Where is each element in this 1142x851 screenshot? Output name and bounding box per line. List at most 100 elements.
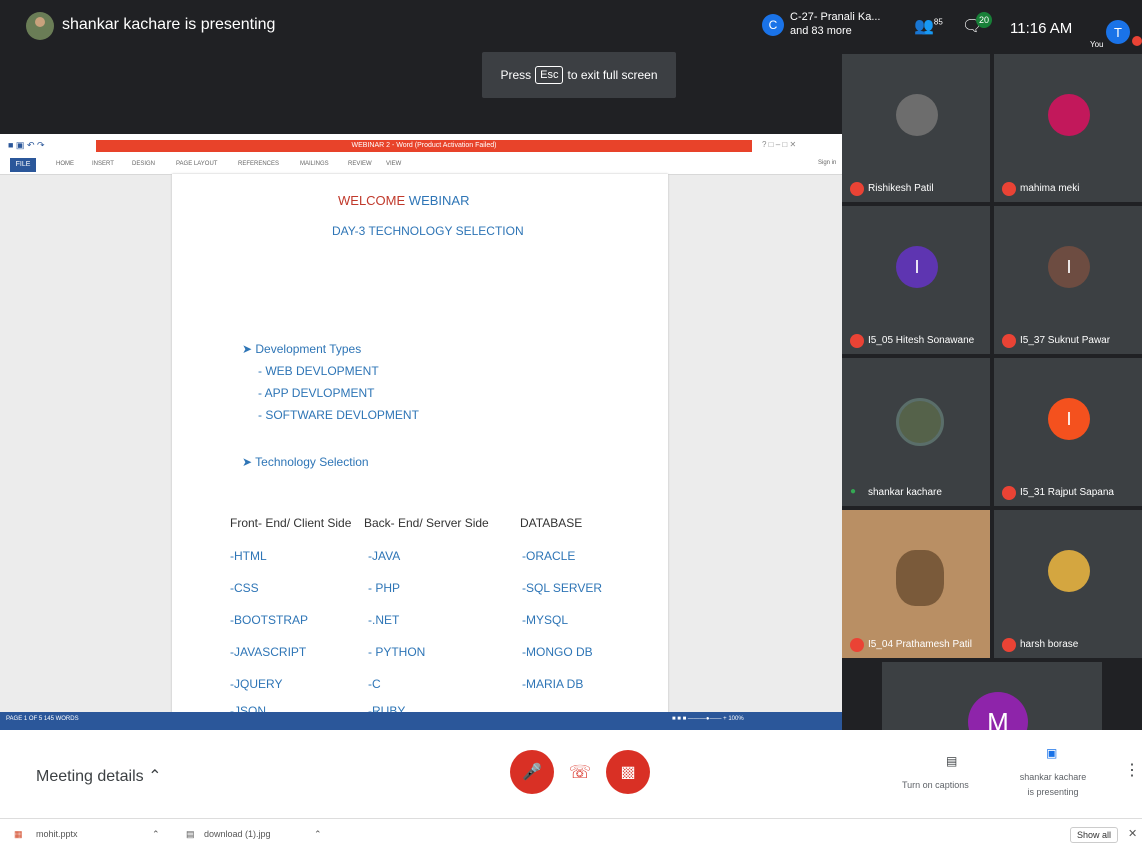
participant-avatar: M	[968, 692, 1028, 730]
presenting-button-label[interactable]: shankar kachare is presenting	[1014, 770, 1092, 800]
participant-name: I5_04 Prathamesh Patil	[868, 639, 972, 650]
close-icon[interactable]: ✕	[1128, 827, 1137, 840]
mic-off-icon	[850, 334, 864, 348]
doc-dev-item: - SOFTWARE DEVLOPMENT	[258, 408, 419, 422]
participant-tile[interactable]: I I5_31 Rajput Sapana	[994, 358, 1142, 506]
download-item[interactable]: download (1).jpg	[204, 829, 271, 839]
present-line2: is presenting	[1027, 787, 1079, 797]
doc-back-item: - PHP	[368, 581, 401, 595]
participant-avatar	[1048, 550, 1090, 592]
doc-col-header-db: DATABASE	[520, 516, 583, 530]
doc-back-item: -JAVA	[368, 549, 401, 563]
doc-front-item: -JAVASCRIPT	[230, 645, 307, 659]
participant-tile[interactable]: I I5_37 Suknut Pawar	[994, 206, 1142, 354]
participant-avatar	[1048, 94, 1090, 136]
doc-dev-item: - WEB DEVLOPMENT	[258, 364, 379, 378]
doc-col-header-front: Front- End/ Client Side	[230, 516, 352, 530]
tile-name-line2: and 83 more	[790, 25, 852, 37]
doc-db-item: -MYSQL	[522, 613, 569, 627]
tile-name-line1: C-27- Pranali Ka...	[790, 11, 881, 23]
doc-dev-types: ➤ Development Types	[242, 342, 362, 356]
doc-front-item: -JSON	[230, 704, 266, 712]
chevron-up-icon[interactable]: ⌃	[152, 829, 160, 840]
chevron-up-icon: ⌃	[148, 768, 162, 785]
pptx-file-icon: ▦	[14, 829, 23, 839]
show-all-button[interactable]: Show all	[1070, 827, 1119, 843]
word-ribbon: FILE HOME INSERT DESIGN PAGE LAYOUT REFE…	[0, 156, 842, 175]
participant-avatar	[896, 94, 938, 136]
ribbon-tab-page-layout: PAGE LAYOUT	[176, 161, 218, 167]
doc-front-item: -BOOTSTRAP	[230, 613, 309, 627]
fullscreen-prefix: Press	[500, 68, 532, 82]
mic-toggle-button[interactable]: 🎤	[510, 750, 554, 794]
download-item[interactable]: mohit.pptx	[36, 829, 78, 839]
participant-name: I5_31 Rajput Sapana	[1020, 487, 1114, 498]
participant-name: I5_05 Hitesh Sonawane	[868, 335, 975, 346]
downloads-bar: ▦ mohit.pptx ⌃ ▤ download (1).jpg ⌃ Show…	[0, 818, 1142, 851]
mic-off-icon	[1132, 36, 1142, 46]
word-sign-in: Sign in	[818, 160, 837, 166]
participant-tile[interactable]: ● shankar kachare	[842, 358, 990, 506]
ribbon-tab-review: REVIEW	[348, 161, 372, 167]
doc-front-item: -CSS	[230, 581, 259, 595]
status-zoom: ■ ■ ■ ———●—— + 100%	[672, 716, 744, 722]
status-page-words: PAGE 1 OF 5 145 WORDS	[6, 716, 79, 722]
camera-toggle-button[interactable]: ▩	[606, 750, 650, 794]
word-quick-access-icon: ■ ▣ ↶ ↷	[8, 140, 45, 150]
image-file-icon: ▤	[186, 829, 195, 839]
clock: 11:16 AM	[1010, 20, 1073, 37]
presenter-avatar	[26, 12, 54, 40]
doc-back-item: -C	[368, 677, 381, 691]
mic-off-icon: 🎤	[522, 764, 542, 781]
participant-name: mahima meki	[1020, 183, 1080, 194]
people-count: 85	[933, 17, 943, 27]
leave-call-button[interactable]: ☏	[564, 756, 596, 788]
ribbon-tab-insert: INSERT	[92, 161, 114, 167]
camera-off-icon: ▩	[620, 764, 636, 781]
fullscreen-toast: Press Esc to exit full screen	[482, 52, 676, 98]
participants-grid: Rishikesh Patil mahima meki I I5_05 Hite…	[842, 54, 1142, 730]
doc-front-item: -JQUERY	[230, 677, 283, 691]
phone-hangup-icon: ☏	[568, 761, 592, 782]
participant-name: Rishikesh Patil	[868, 183, 934, 194]
participant-avatar: I	[1048, 246, 1090, 288]
meeting-details-button[interactable]: Meeting details ⌃	[36, 766, 161, 786]
participant-tile-name: C-27- Pranali Ka... and 83 more	[790, 10, 880, 38]
chevron-up-icon[interactable]: ⌃	[314, 829, 322, 840]
participant-tile[interactable]: mahima meki	[994, 54, 1142, 202]
captions-icon[interactable]: ▤	[946, 754, 957, 768]
captions-button-label[interactable]: Turn on captions	[902, 780, 969, 790]
ribbon-tab-home: HOME	[56, 161, 74, 167]
mic-off-icon	[1002, 334, 1016, 348]
participant-tile[interactable]: I I5_05 Hitesh Sonawane	[842, 206, 990, 354]
doc-front-item: -HTML	[230, 549, 267, 563]
meeting-details-label: Meeting details	[36, 768, 144, 785]
doc-db-item: -MARIA DB	[522, 677, 584, 691]
participant-tile[interactable]: M	[882, 662, 1102, 730]
people-icon[interactable]: 👥85	[914, 16, 943, 36]
participant-tile[interactable]: harsh borase	[994, 510, 1142, 658]
self-avatar[interactable]: T	[1106, 20, 1130, 44]
participant-video-tile[interactable]: I5_04 Prathamesh Patil	[842, 510, 990, 658]
participant-tile-avatar[interactable]: C	[762, 14, 784, 36]
ribbon-tab-references: REFERENCES	[238, 161, 280, 167]
participant-name: shankar kachare	[868, 487, 942, 498]
doc-heading: WELCOME WEBINAR	[338, 193, 469, 208]
mic-off-icon	[850, 638, 864, 652]
participant-avatar: I	[896, 246, 938, 288]
ribbon-tab-view: VIEW	[386, 161, 402, 167]
more-options-icon[interactable]: ⋮	[1124, 760, 1140, 780]
participant-tile[interactable]: Rishikesh Patil	[842, 54, 990, 202]
mic-off-icon	[1002, 638, 1016, 652]
doc-col-header-back: Back- End/ Server Side	[364, 516, 489, 530]
doc-welcome-word: WELCOME	[338, 193, 406, 208]
mic-off-icon	[1002, 486, 1016, 500]
esc-key: Esc	[535, 66, 564, 84]
doc-webinar-word: WEBINAR	[408, 193, 470, 208]
doc-back-item: -.NET	[368, 613, 400, 627]
present-icon[interactable]: ▣	[1046, 746, 1057, 760]
doc-back-item: -RUBY	[368, 704, 406, 712]
zoom-level: 100%	[728, 716, 744, 722]
participant-avatar: I	[1048, 398, 1090, 440]
doc-db-item: -ORACLE	[522, 549, 576, 563]
